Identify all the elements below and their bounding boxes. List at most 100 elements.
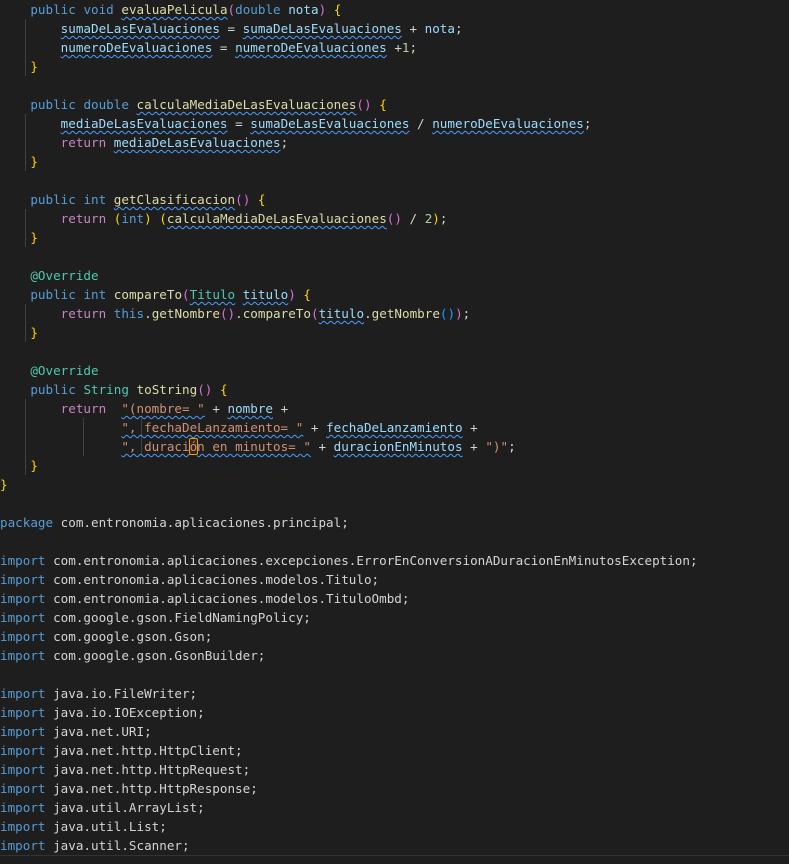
token-variable: nota [288,2,319,17]
token-type: Titulo [189,287,236,302]
code-line[interactable]: import java.util.ArrayList; [0,798,789,817]
token-field: sumaDeLasEvaluaciones [60,21,220,36]
code-line[interactable]: } [0,57,789,76]
token-keyword: import [0,553,46,568]
token-annotation: @Override [30,363,99,378]
code-line[interactable]: public int getClasificacion() { [0,190,789,209]
token-bracket: { [379,97,387,112]
code-line[interactable]: } [0,456,789,475]
code-line[interactable]: return this.getNombre().compareTo(titulo… [0,304,789,323]
token-keyword: import [0,610,46,625]
code-line[interactable]: import com.entronomia.aplicaciones.excep… [0,551,789,570]
code-line[interactable]: import java.net.URI; [0,722,789,741]
token-bracket: ) [455,306,463,321]
code-line[interactable]: } [0,323,789,342]
code-line-blank[interactable] [0,247,789,266]
code-line[interactable]: public String toString() { [0,380,789,399]
token-keyword: this [113,306,145,321]
token-keyword: import [0,800,46,815]
code-line[interactable]: } [0,228,789,247]
code-line[interactable]: import com.google.gson.GsonBuilder; [0,646,789,665]
token-number: 1 [401,40,410,55]
code-line-blank[interactable] [0,532,789,551]
token-keyword: import [0,781,46,796]
token-bracket: } [30,59,38,74]
token-string: "(nombre= " [121,401,205,416]
token-field: mediaDeLasEvaluaciones [60,116,228,131]
code-line[interactable]: return "(nombre= " + nombre + [0,399,789,418]
code-line[interactable]: numeroDeEvaluaciones = numeroDeEvaluacio… [0,38,789,57]
code-line[interactable]: } [0,475,789,494]
token-package-path: com.entronomia.aplicaciones.principal; [53,515,349,530]
token-method-name: getNombre [371,306,440,321]
code-line[interactable]: import com.google.gson.Gson; [0,627,789,646]
token-import-path: java.util.List; [45,819,167,834]
token-bracket: () [356,97,372,112]
code-line-blank[interactable] [0,171,789,190]
token-bracket: () [386,211,402,226]
code-line[interactable]: import java.net.http.HttpRequest; [0,760,789,779]
pane-gap [0,494,789,513]
code-line[interactable]: import com.google.gson.FieldNamingPolicy… [0,608,789,627]
bottom-divider [0,855,789,856]
code-line[interactable]: import java.net.http.HttpClient; [0,741,789,760]
token-bracket: } [30,230,38,245]
code-line[interactable]: import com.entronomia.aplicaciones.model… [0,570,789,589]
code-line[interactable]: public void evaluaPelicula(double nota) … [0,0,789,19]
token-import-path: java.io.IOException; [45,705,205,720]
code-line-blank[interactable] [0,665,789,684]
token-control-keyword: return [60,211,107,226]
token-field: sumaDeLasEvaluaciones [250,116,410,131]
token-keyword: int [83,287,107,302]
token-keyword: void [83,2,114,17]
token-bracket: } [30,154,38,169]
token-keyword: import [0,762,46,777]
token-method-name: toString [136,382,198,397]
token-import-path: java.util.Scanner; [45,838,190,853]
token-bracket: ) [432,211,440,226]
token-keyword: public [30,287,76,302]
code-line[interactable]: import com.entronomia.aplicaciones.model… [0,589,789,608]
token-field: sumaDeLasEvaluaciones [242,21,402,36]
token-field: fechaDeLanzamiento [326,420,463,435]
editor-pane-bottom[interactable]: package com.entronomia.aplicaciones.prin… [0,513,789,855]
code-line-blank[interactable] [0,342,789,361]
code-line[interactable]: ", fechaDeLanzamiento= " + fechaDeLanzam… [0,418,789,437]
editor-pane-top[interactable]: public void evaluaPelicula(double nota) … [0,0,789,494]
token-import-path: com.google.gson.FieldNamingPolicy; [45,610,311,625]
code-line[interactable]: import java.net.http.HttpResponse; [0,779,789,798]
code-line[interactable]: import java.io.IOException; [0,703,789,722]
code-line[interactable]: @Override [0,361,789,380]
token-bracket: ( [182,287,190,302]
code-line[interactable]: mediaDeLasEvaluaciones = sumaDeLasEvalua… [0,114,789,133]
token-keyword: import [0,629,46,644]
code-line[interactable]: public double calculaMediaDeLasEvaluacio… [0,95,789,114]
code-line[interactable]: import java.util.Scanner; [0,836,789,855]
token-method-name: getNombre [151,306,220,321]
code-line[interactable]: } [0,152,789,171]
code-line[interactable]: return mediaDeLasEvaluaciones; [0,133,789,152]
token-keyword: import [0,724,46,739]
code-line[interactable]: ", duración en minutos= " + duracionEnMi… [0,437,789,456]
token-keyword: import [0,819,46,834]
token-keyword: import [0,686,46,701]
code-line-blank[interactable] [0,76,789,95]
token-control-keyword: return [60,135,107,150]
code-line[interactable]: import java.util.List; [0,817,789,836]
code-line[interactable]: @Override [0,266,789,285]
code-line[interactable]: sumaDeLasEvaluaciones = sumaDeLasEvaluac… [0,19,789,38]
code-line[interactable]: package com.entronomia.aplicaciones.prin… [0,513,789,532]
code-editor-surface[interactable]: public void evaluaPelicula(double nota) … [0,0,789,864]
code-line[interactable]: return (int) (calculaMediaDeLasEvaluacio… [0,209,789,228]
token-bracket: } [30,325,38,340]
token-bracket: () [235,192,251,207]
token-import-path: java.net.URI; [45,724,152,739]
token-bracket: { [303,287,311,302]
code-line[interactable]: import java.io.FileWriter; [0,684,789,703]
token-bracket: () [219,306,236,321]
code-line[interactable]: public int compareTo(Titulo titulo) { [0,285,789,304]
token-bracket: () [439,306,456,321]
token-field: nombre [227,401,274,416]
token-bracket: { [257,192,266,207]
token-bracket: () [197,382,213,397]
